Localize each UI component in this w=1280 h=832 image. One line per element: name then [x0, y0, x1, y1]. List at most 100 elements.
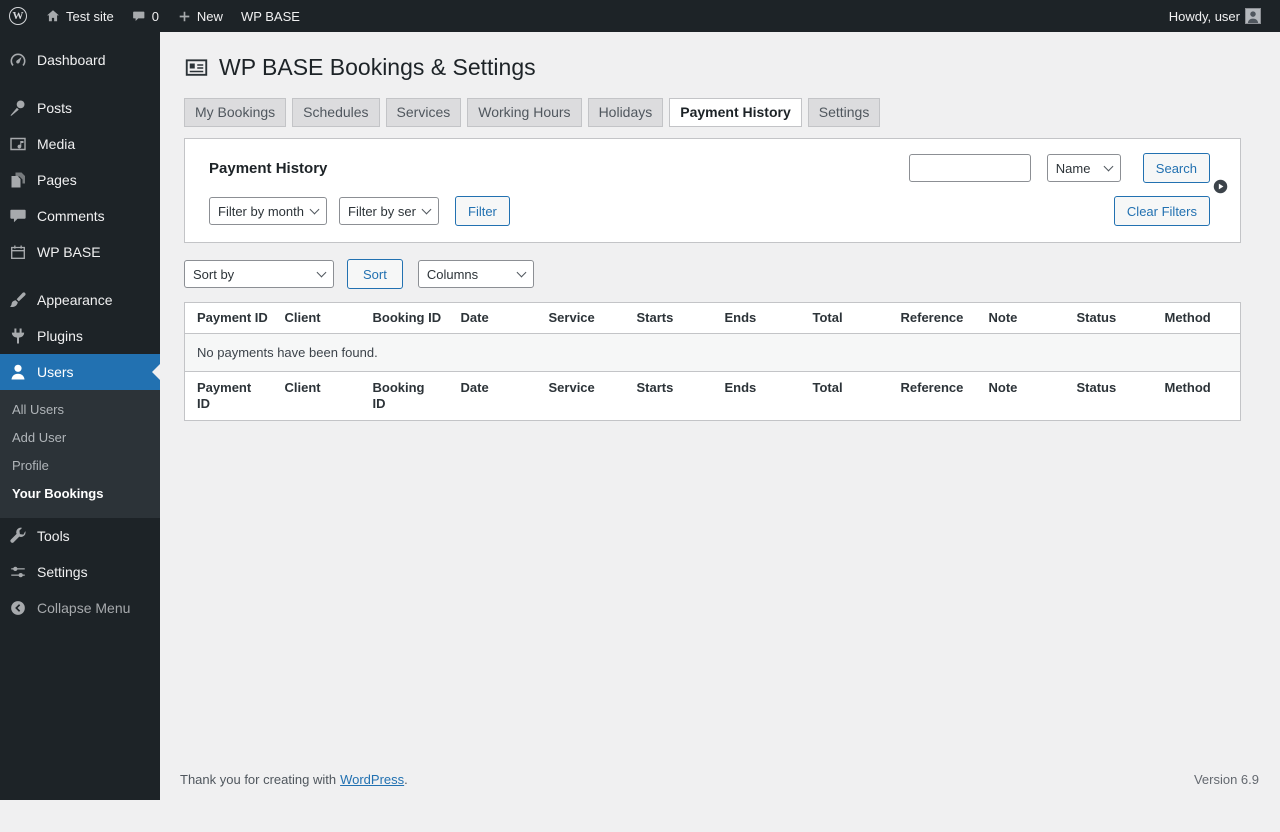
col-footer-booking-id[interactable]: Booking ID — [361, 372, 449, 421]
col-footer-ends[interactable]: Ends — [713, 372, 801, 421]
collapse-menu-button[interactable]: Collapse Menu — [0, 590, 160, 626]
sidebar-label: Tools — [37, 527, 70, 545]
new-content-menu[interactable]: New — [168, 0, 232, 32]
sidebar-item-posts[interactable]: Posts — [0, 90, 160, 126]
clear-filters-button[interactable]: Clear Filters — [1114, 196, 1210, 226]
filter-button[interactable]: Filter — [455, 196, 510, 226]
sidebar-item-comments[interactable]: Comments — [0, 198, 160, 234]
col-header-date[interactable]: Date — [449, 303, 537, 334]
tab-services[interactable]: Services — [386, 98, 462, 127]
col-header-method[interactable]: Method — [1153, 303, 1241, 334]
tab-schedules[interactable]: Schedules — [292, 98, 379, 127]
col-header-note[interactable]: Note — [977, 303, 1065, 334]
new-label: New — [197, 9, 223, 24]
user-avatar — [1245, 8, 1261, 24]
admin-footer: Thank you for creating with WordPress. V… — [160, 772, 1280, 800]
sort-by-select[interactable]: Sort by — [184, 260, 334, 288]
col-footer-service[interactable]: Service — [537, 372, 625, 421]
submenu-item-all-users[interactable]: All Users — [0, 396, 160, 424]
col-footer-note[interactable]: Note — [977, 372, 1065, 421]
filter-month-select[interactable]: Filter by month/week — [209, 197, 327, 225]
home-icon — [45, 8, 61, 24]
submenu-item-your-bookings[interactable]: Your Bookings — [0, 480, 160, 508]
col-footer-client[interactable]: Client — [273, 372, 361, 421]
sidebar-label: Pages — [37, 171, 77, 189]
plugins-icon — [8, 326, 28, 346]
search-button[interactable]: Search — [1143, 153, 1210, 183]
tools-icon — [8, 526, 28, 546]
table-foot: Payment ID Client Booking ID Date Servic… — [185, 372, 1241, 421]
plus-icon — [177, 9, 192, 24]
sidebar-item-settings[interactable]: Settings — [0, 554, 160, 590]
wp-base-adminbar-link[interactable]: WP BASE — [232, 0, 309, 32]
payments-table: Payment ID Client Booking ID Date Servic… — [184, 302, 1241, 421]
sidebar-item-plugins[interactable]: Plugins — [0, 318, 160, 354]
empty-message: No payments have been found. — [185, 334, 1241, 372]
submenu-item-add-user[interactable]: Add User — [0, 424, 160, 452]
footer-version: Version 6.9 — [1194, 772, 1259, 787]
col-header-payment-id[interactable]: Payment ID — [185, 303, 273, 334]
collapse-menu-label: Collapse Menu — [37, 599, 130, 617]
users-icon — [8, 362, 28, 382]
col-header-reference[interactable]: Reference — [889, 303, 977, 334]
wordpress-link[interactable]: WordPress — [340, 772, 404, 787]
search-row: Payment History Name Search — [209, 153, 1210, 183]
col-footer-reference[interactable]: Reference — [889, 372, 977, 421]
tab-settings[interactable]: Settings — [808, 98, 881, 127]
sidebar-item-media[interactable]: Media — [0, 126, 160, 162]
search-field-select[interactable]: Name — [1047, 154, 1121, 182]
comment-bubble-icon — [132, 9, 147, 24]
col-footer-method[interactable]: Method — [1153, 372, 1241, 421]
tab-my-bookings[interactable]: My Bookings — [184, 98, 286, 127]
tab-payment-history[interactable]: Payment History — [669, 98, 801, 127]
expand-panel-icon[interactable] — [1213, 179, 1228, 194]
sidebar-label: Posts — [37, 99, 72, 117]
col-footer-status[interactable]: Status — [1065, 372, 1153, 421]
payment-search-input[interactable] — [909, 154, 1031, 182]
wordpress-logo-menu[interactable]: W — [0, 0, 36, 32]
sidebar-label: Media — [37, 135, 75, 153]
sidebar-label: Plugins — [37, 327, 83, 345]
filter-service-select[interactable]: Filter by service — [339, 197, 439, 225]
media-icon — [8, 134, 28, 154]
comments-shortcut[interactable]: 0 — [123, 0, 168, 32]
page-wrap: WP BASE Bookings & Settings My Bookings … — [160, 32, 1280, 421]
sidebar-item-appearance[interactable]: Appearance — [0, 282, 160, 318]
chevron-down-icon — [310, 205, 320, 215]
col-header-ends[interactable]: Ends — [713, 303, 801, 334]
calendar-icon — [8, 242, 28, 262]
menu-separator — [0, 270, 160, 282]
col-header-starts[interactable]: Starts — [625, 303, 713, 334]
col-header-status[interactable]: Status — [1065, 303, 1153, 334]
sidebar-item-dashboard[interactable]: Dashboard — [0, 42, 160, 78]
sidebar-item-users[interactable]: Users — [0, 354, 160, 390]
col-footer-starts[interactable]: Starts — [625, 372, 713, 421]
site-name-link[interactable]: Test site — [36, 0, 123, 32]
sidebar-item-pages[interactable]: Pages — [0, 162, 160, 198]
col-footer-date[interactable]: Date — [449, 372, 537, 421]
panel-heading: Payment History — [209, 160, 327, 177]
col-header-booking-id[interactable]: Booking ID — [361, 303, 449, 334]
sidebar-item-wp-base[interactable]: WP BASE — [0, 234, 160, 270]
sidebar-item-tools[interactable]: Tools — [0, 518, 160, 554]
col-header-total[interactable]: Total — [801, 303, 889, 334]
col-footer-payment-id[interactable]: Payment ID — [185, 372, 273, 421]
sort-button[interactable]: Sort — [347, 259, 403, 289]
admin-bar: W Test site 0 New WP BASE Howdy, user — [0, 0, 1280, 32]
sidebar-label: Settings — [37, 563, 88, 581]
tab-working-hours[interactable]: Working Hours — [467, 98, 581, 127]
col-header-client[interactable]: Client — [273, 303, 361, 334]
main-content: WP BASE Bookings & Settings My Bookings … — [160, 32, 1280, 800]
sort-bar: Sort by Sort Columns — [184, 259, 1241, 289]
dashboard-icon — [8, 50, 28, 70]
menu-separator — [0, 78, 160, 90]
page-title-text: WP BASE Bookings & Settings — [219, 52, 536, 82]
tab-holidays[interactable]: Holidays — [588, 98, 664, 127]
submenu-item-profile[interactable]: Profile — [0, 452, 160, 480]
my-account-menu[interactable]: Howdy, user — [1160, 0, 1270, 32]
col-header-service[interactable]: Service — [537, 303, 625, 334]
users-submenu: All Users Add User Profile Your Bookings — [0, 390, 160, 518]
columns-select[interactable]: Columns — [418, 260, 534, 288]
active-menu-arrow — [152, 364, 160, 380]
col-footer-total[interactable]: Total — [801, 372, 889, 421]
